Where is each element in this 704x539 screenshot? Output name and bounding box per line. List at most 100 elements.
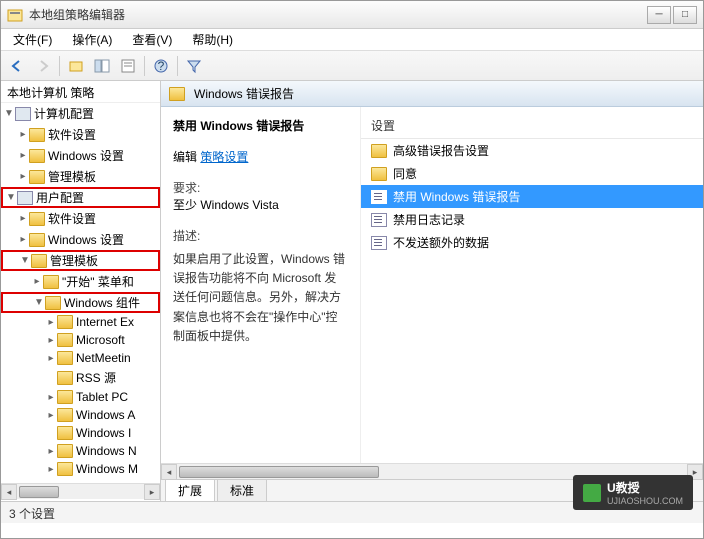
expand-icon[interactable]: ▸ <box>17 213 29 224</box>
menu-action[interactable]: 操作(A) <box>64 29 120 50</box>
tree-label: Windows 组件 <box>64 294 140 311</box>
maximize-button[interactable]: □ <box>673 6 697 24</box>
tree-admin-templates[interactable]: ▸ 管理模板 <box>1 166 160 187</box>
help-button[interactable]: ? <box>149 54 173 78</box>
list-item[interactable]: 同意 <box>361 162 703 185</box>
tree-windows-m[interactable]: ▸ Windows M <box>1 460 160 478</box>
tree-start-menu[interactable]: ▸ "开始" 菜单和 <box>1 271 160 292</box>
window-title: 本地组策略编辑器 <box>29 6 647 23</box>
expand-icon[interactable]: ▸ <box>45 335 57 346</box>
menubar: 文件(F) 操作(A) 查看(V) 帮助(H) <box>1 29 703 51</box>
tree-windows-settings-2[interactable]: ▸ Windows 设置 <box>1 229 160 250</box>
tree-software-settings[interactable]: ▸ 软件设置 <box>1 124 160 145</box>
scroll-left-icon[interactable]: ◂ <box>1 484 17 500</box>
list-item[interactable]: 禁用日志记录 <box>361 208 703 231</box>
folder-icon <box>169 87 185 101</box>
back-button[interactable] <box>5 54 29 78</box>
folder-icon <box>29 170 45 184</box>
filter-button[interactable] <box>182 54 206 78</box>
scroll-thumb[interactable] <box>179 466 379 478</box>
tree-windows-a[interactable]: ▸ Windows A <box>1 406 160 424</box>
tree-windows-settings[interactable]: ▸ Windows 设置 <box>1 145 160 166</box>
policy-title: 禁用 Windows 错误报告 <box>173 117 348 134</box>
desc-text: 如果启用了此设置，Windows 错误报告功能将不向 Microsoft 发送任… <box>173 250 348 346</box>
watermark-brand: U教授 <box>607 481 640 495</box>
content-title: Windows 错误报告 <box>194 85 294 102</box>
expand-icon[interactable]: ▸ <box>45 410 57 421</box>
tree-rss[interactable]: RSS 源 <box>1 367 160 388</box>
menu-help[interactable]: 帮助(H) <box>184 29 241 50</box>
list-item[interactable]: 高级错误报告设置 <box>361 139 703 162</box>
expand-icon[interactable]: ▸ <box>17 129 29 140</box>
tab-extended[interactable]: 扩展 <box>165 479 215 501</box>
expand-icon[interactable]: ▸ <box>45 353 57 364</box>
tree-panel: 本地计算机 策略 ▼ 计算机配置 ▸ 软件设置 ▸ Windows 设置 ▸ 管… <box>1 81 161 501</box>
expand-icon[interactable]: ▼ <box>3 108 15 119</box>
expand-icon[interactable]: ▼ <box>19 255 31 266</box>
status-text: 3 个设置 <box>9 507 55 521</box>
tab-standard[interactable]: 标准 <box>217 479 267 501</box>
scroll-right-icon[interactable]: ▸ <box>144 484 160 500</box>
expand-icon[interactable]: ▸ <box>45 446 57 457</box>
tree-label: Windows 设置 <box>48 147 124 164</box>
tree-microsoft[interactable]: ▸ Microsoft <box>1 331 160 349</box>
tree-internet-explorer[interactable]: ▸ Internet Ex <box>1 313 160 331</box>
tree-computer-config[interactable]: ▼ 计算机配置 <box>1 103 160 124</box>
item-label: 禁用 Windows 错误报告 <box>393 188 520 205</box>
tree-admin-templates-2[interactable]: ▼ 管理模板 <box>1 250 160 271</box>
folder-icon <box>31 254 47 268</box>
expand-icon[interactable]: ▸ <box>31 276 43 287</box>
scroll-thumb[interactable] <box>19 486 59 498</box>
edit-policy-link[interactable]: 策略设置 <box>200 150 248 164</box>
tree-label: 用户配置 <box>36 189 84 206</box>
expand-icon[interactable]: ▸ <box>45 464 57 475</box>
minimize-button[interactable]: ─ <box>647 6 671 24</box>
tree-label: 管理模板 <box>50 252 98 269</box>
list-item[interactable]: 不发送额外的数据 <box>361 231 703 254</box>
tree-tablet-pc[interactable]: ▸ Tablet PC <box>1 388 160 406</box>
settings-list: 设置 高级错误报告设置 同意 禁用 Windows 错误报告 禁用日志记录 <box>361 107 703 463</box>
expand-icon[interactable]: ▸ <box>45 317 57 328</box>
folder-icon <box>57 333 73 347</box>
titlebar: 本地组策略编辑器 ─ □ <box>1 1 703 29</box>
column-header[interactable]: 设置 <box>361 113 703 139</box>
list-item-selected[interactable]: 禁用 Windows 错误报告 <box>361 185 703 208</box>
expand-icon[interactable]: ▸ <box>45 392 57 403</box>
folder-icon <box>57 390 73 404</box>
expand-icon[interactable]: ▼ <box>33 297 45 308</box>
tree-user-config[interactable]: ▼ 用户配置 <box>1 187 160 208</box>
watermark: U教授 UJIAOSHOU.COM <box>573 475 693 510</box>
menu-view[interactable]: 查看(V) <box>124 29 180 50</box>
tree-hscroll[interactable]: ◂ ▸ <box>1 483 160 499</box>
forward-button[interactable] <box>31 54 55 78</box>
desc-label: 描述: <box>173 227 348 244</box>
properties-button[interactable] <box>116 54 140 78</box>
folder-icon <box>57 444 73 458</box>
content-panel: Windows 错误报告 禁用 Windows 错误报告 编辑 策略设置 要求:… <box>161 81 703 501</box>
folder-icon <box>29 149 45 163</box>
tree-windows-i[interactable]: Windows I <box>1 424 160 442</box>
expand-icon[interactable]: ▼ <box>5 192 17 203</box>
expand-icon[interactable]: ▸ <box>17 150 29 161</box>
tree-netmeeting[interactable]: ▸ NetMeetin <box>1 349 160 367</box>
requirements-section: 要求: 至少 Windows Vista <box>173 179 348 213</box>
tree-header[interactable]: 本地计算机 策略 <box>1 81 160 103</box>
show-hide-tree-button[interactable] <box>90 54 114 78</box>
edit-section: 编辑 策略设置 <box>173 148 348 165</box>
folder-icon <box>371 167 387 181</box>
tree-software-settings-2[interactable]: ▸ 软件设置 <box>1 208 160 229</box>
scroll-left-icon[interactable]: ◂ <box>161 464 177 480</box>
item-label: 同意 <box>393 165 417 182</box>
setting-icon <box>371 190 387 204</box>
tree-windows-components[interactable]: ▼ Windows 组件 <box>1 292 160 313</box>
tree-label: 管理模板 <box>48 168 96 185</box>
tree-label: Internet Ex <box>76 315 134 329</box>
tree-windows-n[interactable]: ▸ Windows N <box>1 442 160 460</box>
expand-icon[interactable]: ▸ <box>17 171 29 182</box>
edit-label: 编辑 <box>173 150 197 164</box>
expand-icon[interactable]: ▸ <box>17 234 29 245</box>
menu-file[interactable]: 文件(F) <box>5 29 60 50</box>
up-button[interactable] <box>64 54 88 78</box>
app-icon <box>7 7 23 23</box>
req-label: 要求: <box>173 179 348 196</box>
